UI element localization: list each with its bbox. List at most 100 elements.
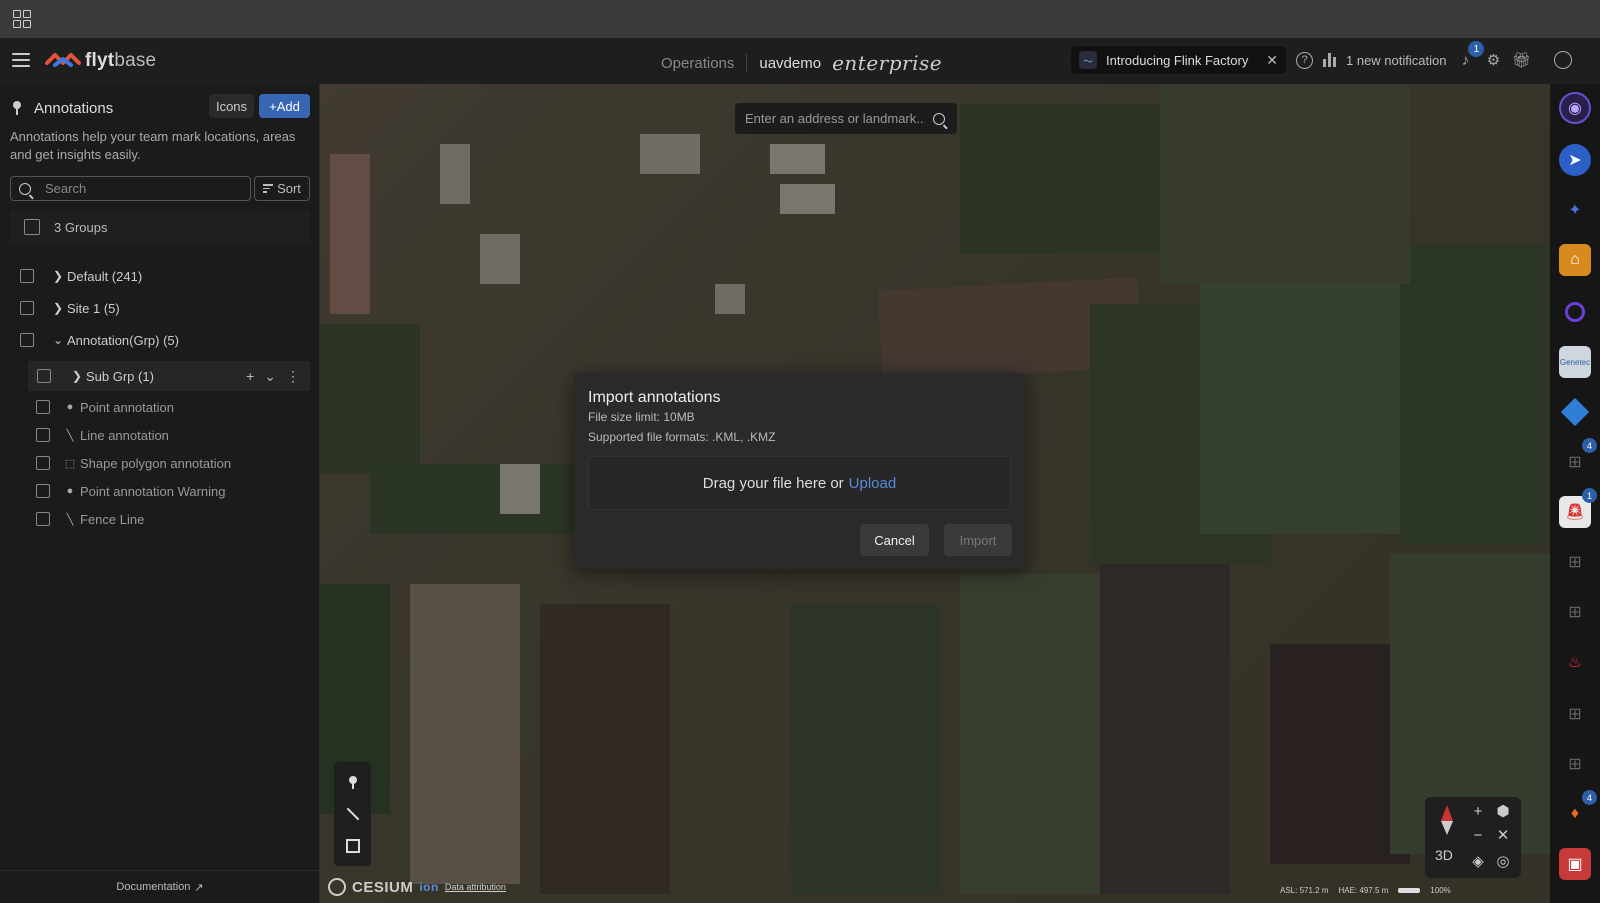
select-all-checkbox[interactable] [24,219,40,235]
file-dropzone[interactable]: Drag your file here or Upload [588,456,1011,510]
search-input[interactable] [45,181,225,196]
camera-app-icon[interactable]: ▣ [1559,848,1591,880]
flytbase-logo[interactable]: flytbase [45,48,156,74]
apps-grid-icon[interactable] [13,10,31,28]
close-icon[interactable]: ✕ [1266,52,1278,69]
widget-app-icon[interactable]: ⊞ [1559,596,1591,628]
search-icon[interactable] [933,112,945,125]
flink-icon: 〜 [1079,51,1097,69]
chevron-right-icon[interactable]: ❯ [52,269,64,283]
annotation-checkbox[interactable] [36,400,50,414]
navigation-app-icon[interactable]: ➤ [1559,144,1591,176]
layers-icon[interactable]: ◈ [1468,851,1488,871]
group-checkbox[interactable] [20,301,34,315]
locate-icon[interactable]: ◎ [1493,851,1513,871]
subgroup-checkbox[interactable] [37,369,51,383]
gift-icon[interactable]: 🎁︎ [1512,51,1531,69]
fit-view-icon[interactable]: ✕ [1493,825,1513,845]
nav-operations-link[interactable]: Operations [661,55,734,72]
data-attribution-link[interactable]: Data attribution [445,882,506,892]
annotation-label: Line annotation [80,427,169,443]
widget-app-icon[interactable]: ⊞ [1559,546,1591,578]
cube-icon[interactable]: ⬢ [1493,801,1513,821]
sort-button[interactable]: Sort [254,176,310,201]
add-icon[interactable]: + [246,368,254,385]
annotation-label: Fence Line [80,511,145,527]
annotation-item[interactable]: ⬚ Shape polygon annotation [36,450,231,476]
user-icon[interactable] [1554,51,1573,69]
layers-app-icon[interactable]: ⌂ [1559,244,1591,276]
compass-icon[interactable] [1435,803,1459,839]
annotation-item[interactable]: ● Point annotation Warning [36,478,226,504]
annotation-label: Point annotation Warning [80,483,226,499]
siren-app-icon[interactable]: ♨ [1559,646,1591,678]
scale-bar-icon [1398,888,1421,893]
gear-icon[interactable]: ⚙ [1484,51,1502,69]
logo-text: flytbase [85,50,157,71]
annotation-checkbox[interactable] [36,456,50,470]
group-checkbox[interactable] [20,333,34,347]
line-icon: ╲ [66,513,74,526]
hae-readout: HAE: 497.5 m [1338,886,1389,895]
genetec-app-icon[interactable]: Genetec [1559,346,1591,378]
profile-app-icon[interactable]: ◉ [1559,92,1591,124]
header-actions: ? 1 new notification ♪ 1 ⚙ 🎁︎ [1296,41,1573,74]
ring-app-icon[interactable] [1559,296,1591,328]
draw-point-tool[interactable] [341,770,365,794]
icons-button[interactable]: Icons [209,94,254,118]
group-row[interactable]: ⌄ Annotation(Grp) (5) [20,327,179,353]
diamond-app-icon[interactable] [1559,396,1591,428]
widget-app-icon[interactable]: ⊞ [1559,698,1591,730]
dna-app-icon[interactable]: ✦ [1559,194,1591,226]
group-row[interactable]: ❯ Site 1 (5) [20,295,120,321]
annotation-checkbox[interactable] [36,484,50,498]
draw-line-tool[interactable] [341,802,365,826]
annotation-checkbox[interactable] [36,428,50,442]
address-search[interactable] [735,103,957,134]
edition-label: enterprise [832,51,943,75]
add-button[interactable]: +Add [259,94,310,118]
documentation-link[interactable]: Documentation [116,881,190,893]
chevron-right-icon[interactable]: ❯ [52,301,64,315]
view-mode-toggle[interactable]: 3D [1435,847,1453,863]
draw-toolbar [334,762,371,866]
group-label: Annotation(Grp) (5) [67,332,179,348]
external-link-icon[interactable]: ↗ [194,881,203,894]
more-icon[interactable]: ⋮ [286,368,300,385]
annotation-item[interactable]: ╲ Fence Line [36,506,144,532]
zoom-out-icon[interactable]: − [1468,825,1488,845]
bell-icon[interactable]: ♪ 1 [1456,41,1485,69]
zoom-percent: 100% [1430,886,1451,895]
group-checkbox[interactable] [20,269,34,283]
search-field[interactable] [10,176,251,201]
group-row[interactable]: ❯ Default (241) [20,263,142,289]
upload-link[interactable]: Upload [849,475,897,492]
analytics-icon[interactable] [1323,53,1336,67]
subgroup-row[interactable]: ❯ Sub Grp (1) + ⌄ ⋮ [28,361,310,391]
fire-app-icon[interactable]: ♦ 4 [1559,790,1597,830]
annotation-item[interactable]: ╲ Line annotation [36,422,169,448]
import-button[interactable]: Import [944,524,1012,556]
collapse-icon[interactable]: ⌄ [264,368,276,385]
chevron-right-icon[interactable]: ❯ [71,369,83,383]
map-status-bar: ASL: 571.2 m HAE: 497.5 m 100% [1280,886,1451,895]
chevron-down-icon[interactable]: ⌄ [52,333,64,347]
promo-banner[interactable]: 〜 Introducing Flink Factory ✕ [1071,46,1286,74]
subgroup-label: Sub Grp (1) [86,368,154,384]
zoom-in-icon[interactable]: + [1468,801,1488,821]
notification-text[interactable]: 1 new notification [1346,53,1446,68]
org-name[interactable]: uavdemo [759,55,821,72]
draw-polygon-tool[interactable] [341,834,365,858]
help-icon[interactable]: ? [1296,51,1313,69]
address-search-input[interactable] [745,111,925,126]
annotation-label: Shape polygon annotation [80,455,232,471]
widget-app-icon[interactable]: ⊞ [1559,748,1591,780]
alarm-app-icon[interactable]: 🚨︎ 1 [1559,488,1597,528]
app-badge: 4 [1582,438,1597,453]
cancel-button[interactable]: Cancel [860,524,929,556]
widget-app-icon[interactable]: ⊞ 4 [1559,438,1597,478]
sidebar-title: Annotations [34,99,114,117]
menu-icon[interactable] [12,53,30,67]
annotation-checkbox[interactable] [36,512,50,526]
annotation-item[interactable]: ● Point annotation [36,394,174,420]
